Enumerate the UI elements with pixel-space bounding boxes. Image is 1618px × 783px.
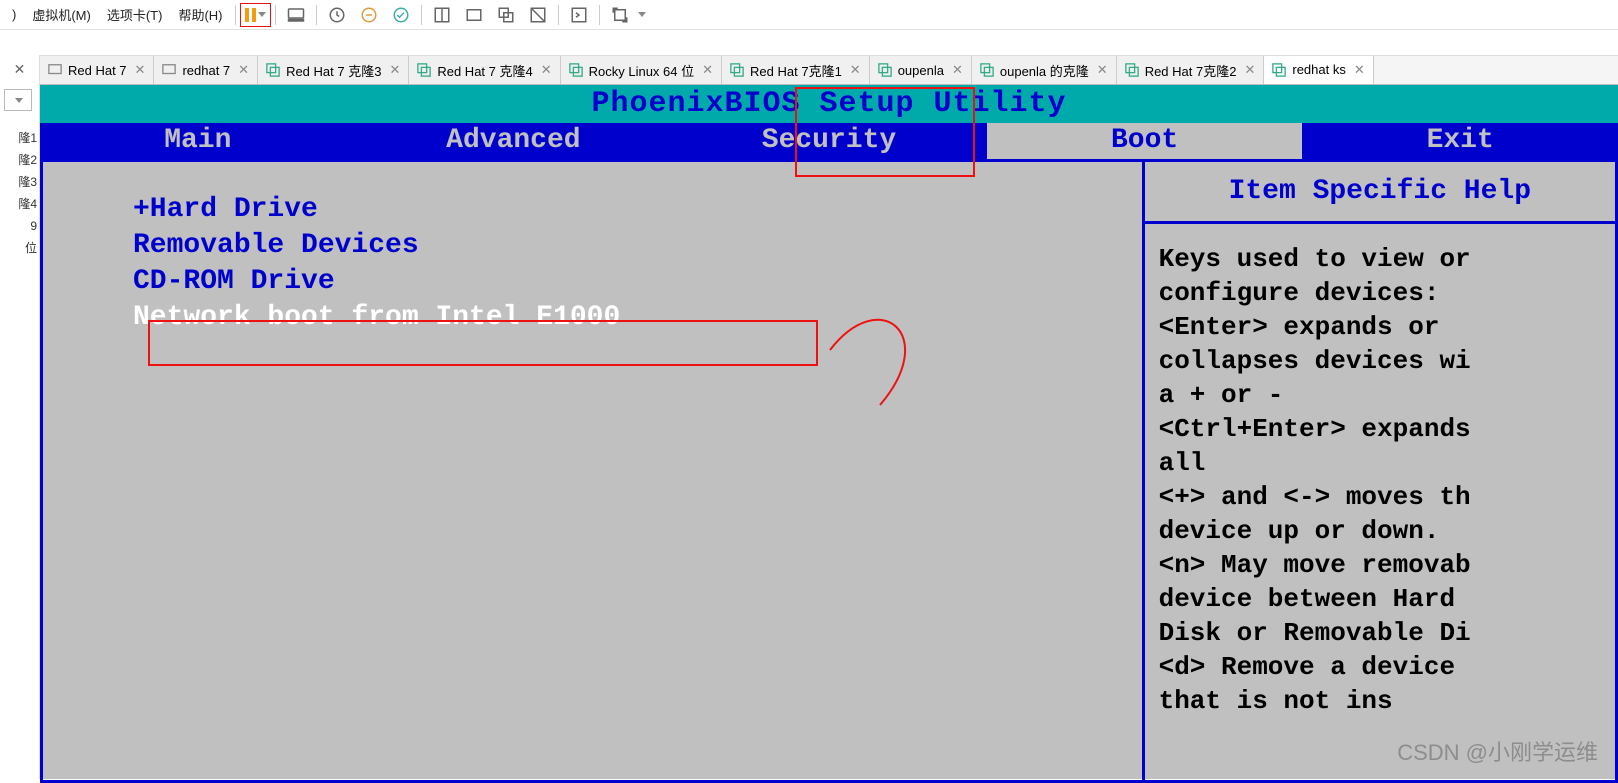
vm-tab-label: oupenla	[898, 63, 944, 78]
stack-icon	[266, 63, 280, 77]
tree-item[interactable]: 9	[2, 215, 37, 237]
bios-title: PhoenixBIOS Setup Utility	[40, 85, 1618, 123]
vm-tab-label: Red Hat 7	[68, 63, 127, 78]
vm-tab[interactable]: redhat ks ✕	[1264, 56, 1373, 85]
vm-tab[interactable]: Red Hat 7 克隆4 ✕	[409, 56, 560, 84]
view-fullscreen-button[interactable]	[524, 3, 552, 27]
close-icon[interactable]: ✕	[700, 62, 715, 78]
vm-tab-label: Red Hat 7克隆1	[750, 61, 842, 80]
vm-tab-label: oupenla 的克隆	[1000, 61, 1089, 80]
library-tree: 隆1 隆2 隆3 隆4 9 位	[0, 119, 39, 267]
stretch-button[interactable]	[606, 3, 634, 27]
library-sidebar: ✕ 隆1 隆2 隆3 隆4 9 位	[0, 55, 40, 779]
enter-vm-button[interactable]	[565, 3, 593, 27]
view-single-button[interactable]	[428, 3, 456, 27]
snapshot-revert-button[interactable]	[355, 3, 383, 27]
stack-icon	[980, 63, 994, 77]
pause-button-annotated[interactable]	[240, 3, 271, 27]
send-keys-button[interactable]	[282, 3, 310, 27]
close-icon[interactable]: ✕	[848, 62, 863, 78]
bios-menu-advanced[interactable]: Advanced	[356, 123, 672, 159]
bios-menu-main[interactable]: Main	[40, 123, 356, 159]
menu-help[interactable]: 帮助(H)	[170, 1, 230, 28]
tree-item[interactable]: 位	[2, 237, 37, 259]
vm-tab[interactable]: Rocky Linux 64 位 ✕	[561, 56, 722, 84]
close-icon[interactable]: ✕	[236, 62, 251, 78]
monitor-icon	[162, 63, 176, 77]
close-icon[interactable]: ✕	[10, 61, 30, 81]
tree-item[interactable]: 隆2	[2, 149, 37, 171]
boot-order-list[interactable]: +Hard Drive Removable Devices CD-ROM Dri…	[133, 192, 1122, 336]
vm-tab[interactable]: Red Hat 7克隆1 ✕	[722, 56, 870, 84]
monitor-icon	[48, 63, 62, 77]
snapshot-manage-button[interactable]	[387, 3, 415, 27]
pause-icon	[245, 8, 256, 22]
vm-tab[interactable]: Red Hat 7 克隆3 ✕	[258, 56, 409, 84]
close-icon[interactable]: ✕	[133, 62, 148, 78]
close-icon[interactable]: ✕	[539, 62, 554, 78]
vm-tab-label: redhat ks	[1292, 62, 1345, 77]
bios-screen: PhoenixBIOS Setup Utility MainAdvancedSe…	[40, 85, 1618, 779]
tree-item[interactable]: 隆4	[2, 193, 37, 215]
library-dropdown[interactable]	[4, 89, 32, 111]
help-title: Item Specific Help	[1145, 162, 1615, 224]
view-unity-button[interactable]	[492, 3, 520, 27]
vm-viewport: PhoenixBIOS Setup Utility MainAdvancedSe…	[40, 85, 1618, 779]
bios-boot-panel: +Hard Drive Removable Devices CD-ROM Dri…	[40, 162, 1145, 783]
stack-icon	[730, 63, 744, 77]
view-console-button[interactable]	[460, 3, 488, 27]
boot-item[interactable]: +Hard Drive	[133, 192, 1122, 228]
tree-item[interactable]: 隆3	[2, 171, 37, 193]
vm-tab[interactable]: oupenla 的克隆 ✕	[972, 56, 1117, 84]
vm-tab-label: Red Hat 7 克隆4	[437, 61, 532, 80]
snapshot-button[interactable]	[323, 3, 351, 27]
close-icon[interactable]: ✕	[1352, 62, 1367, 78]
menu-vm[interactable]: 虚拟机(M)	[24, 1, 99, 28]
vm-tabstrip: Red Hat 7✕redhat 7✕Red Hat 7 克隆3✕Red Hat…	[40, 55, 1618, 85]
close-icon[interactable]: ✕	[1242, 62, 1257, 78]
chevron-down-icon	[258, 12, 266, 17]
vm-tab-label: Rocky Linux 64 位	[589, 61, 695, 80]
vm-tab-label: redhat 7	[182, 63, 230, 78]
vm-tab[interactable]: Red Hat 7克隆2 ✕	[1117, 56, 1265, 84]
stack-icon	[1125, 63, 1139, 77]
boot-item[interactable]: Removable Devices	[133, 228, 1122, 264]
stack-icon	[569, 63, 583, 77]
boot-item[interactable]: Network boot from Intel E1000	[133, 300, 1122, 336]
bios-menu-security[interactable]: Security	[671, 123, 987, 159]
close-icon[interactable]: ✕	[950, 62, 965, 78]
close-icon[interactable]: ✕	[1095, 62, 1110, 78]
vm-tab-label: Red Hat 7 克隆3	[286, 61, 381, 80]
stack-icon	[878, 63, 892, 77]
close-icon[interactable]: ✕	[387, 62, 402, 78]
bios-help-panel: Item Specific Help Keys used to view or …	[1145, 162, 1618, 783]
bios-menu-exit[interactable]: Exit	[1302, 123, 1618, 159]
boot-item[interactable]: CD-ROM Drive	[133, 264, 1122, 300]
vm-tab[interactable]: oupenla ✕	[870, 56, 972, 84]
bios-menu-boot[interactable]: Boot	[987, 123, 1303, 159]
vm-tab[interactable]: Red Hat 7 ✕	[40, 56, 154, 84]
vm-tab[interactable]: redhat 7 ✕	[154, 56, 258, 84]
bios-menu: MainAdvancedSecurityBootExit	[40, 123, 1618, 159]
chevron-down-icon[interactable]	[638, 12, 646, 17]
vm-tab-label: Red Hat 7克隆2	[1145, 61, 1237, 80]
help-body: Keys used to view or configure devices: …	[1145, 224, 1615, 736]
stack-icon	[1272, 63, 1286, 77]
watermark: CSDN @小刚学运维	[1397, 735, 1598, 767]
app-menubar: ) 虚拟机(M) 选项卡(T) 帮助(H)	[0, 0, 1618, 30]
tree-item[interactable]: 隆1	[2, 127, 37, 149]
menu-close-paren: )	[4, 3, 24, 26]
menu-tabs[interactable]: 选项卡(T)	[99, 1, 171, 28]
stack-icon	[417, 63, 431, 77]
